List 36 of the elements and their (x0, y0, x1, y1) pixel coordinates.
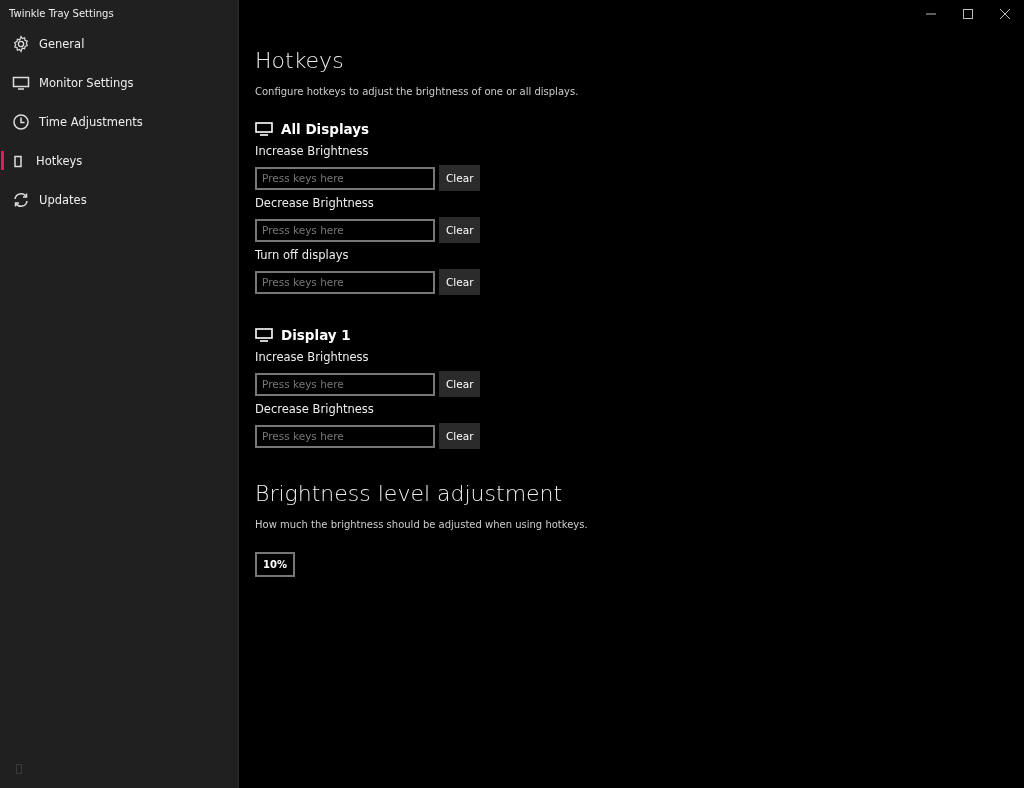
hotkey-label: Increase Brightness (255, 144, 370, 158)
hotkey-field[interactable]: Press keys here (255, 270, 435, 294)
gear-icon (12, 34, 30, 53)
hotkey-label: Decrease Brightness (255, 402, 375, 416)
maximize-icon[interactable] (962, 8, 974, 20)
close-icon[interactable] (999, 8, 1011, 20)
clear-button[interactable]: Clear (439, 269, 481, 295)
hotkey-label: Turn off displays (255, 248, 350, 262)
nav-item[interactable]: Monitor Settings (0, 63, 238, 102)
window-title: Twinkle Tray Settings (8, 7, 115, 21)
hotkey-label: Decrease Brightness (255, 196, 375, 210)
hotkey-field[interactable]: Press keys here (255, 166, 435, 190)
nav-item[interactable]: Updates (0, 180, 238, 219)
hotkey-field[interactable]: Press keys here (255, 424, 435, 448)
clear-button[interactable]: Clear (439, 217, 481, 243)
nav-item[interactable]: Time Adjustments (0, 102, 238, 141)
section-description: How much the brightness should be adjusted when using hotkeys. (255, 519, 589, 530)
nav-item[interactable]: Hotkeys (0, 141, 238, 180)
rectangle-icon (16, 764, 22, 774)
hotkey-field[interactable]: Press keys here (255, 218, 435, 242)
percent-dropdown[interactable]: 10% (255, 552, 295, 577)
page-title: Hotkeys (255, 47, 345, 75)
clear-button[interactable]: Clear (439, 371, 481, 397)
monitor-icon (255, 122, 273, 136)
monitor-icon (255, 328, 273, 342)
hotkey-label: Increase Brightness (255, 350, 370, 364)
group-title: Display 1 (281, 327, 351, 343)
clear-button[interactable]: Clear (439, 423, 481, 449)
refresh-icon (12, 190, 30, 209)
page-description: Configure hotkeys to adjust the brightness of one or all displays. (255, 86, 580, 97)
nav-item[interactable]: General (0, 24, 238, 63)
clear-button[interactable]: Clear (439, 165, 481, 191)
section-title: Brightness level adjustment (255, 480, 564, 508)
hotkey-field[interactable]: Press keys here (255, 372, 435, 396)
clock-icon (12, 112, 30, 131)
group-title: All Displays (281, 121, 370, 137)
